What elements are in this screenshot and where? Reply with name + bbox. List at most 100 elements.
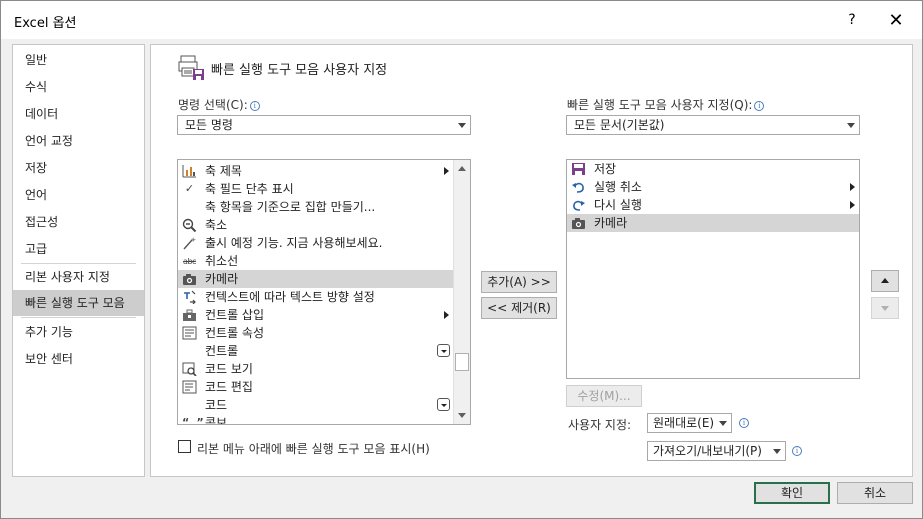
command-list-item-label: 출시 예정 기능. 지금 사용해보세요. bbox=[205, 236, 383, 250]
show-below-ribbon-checkbox[interactable] bbox=[178, 440, 191, 453]
command-list-item[interactable]: 컨트롤 삽입 bbox=[178, 306, 453, 324]
qat-list-item[interactable]: 카메라 bbox=[567, 214, 859, 232]
chart-axis-icon bbox=[182, 164, 197, 178]
command-list-item[interactable]: ✓ 축 필드 단추 표시 bbox=[178, 180, 453, 198]
customize-qat-select[interactable]: 모든 문서(기본값) bbox=[566, 115, 860, 135]
add-button[interactable]: 추가(A) >> bbox=[481, 271, 557, 293]
choose-commands-label: 명령 선택(C): i bbox=[178, 96, 260, 113]
chevron-down-icon bbox=[719, 421, 727, 426]
reset-dropdown[interactable]: 원래대로(E) bbox=[647, 413, 732, 433]
command-list-item-label: 콤보 bbox=[205, 416, 228, 425]
sidebar-item-accessibility[interactable]: 접근성 bbox=[13, 209, 144, 235]
command-list-item-label: 컨텍스트에 따라 텍스트 방향 설정 bbox=[205, 290, 375, 304]
command-list-item-label: 코드 보기 bbox=[205, 362, 253, 376]
sidebar-item-add-ins[interactable]: 추가 기능 bbox=[13, 319, 144, 345]
scroll-thumb[interactable] bbox=[455, 353, 469, 371]
help-button[interactable]: ? bbox=[829, 1, 875, 39]
view-code-icon bbox=[182, 362, 197, 377]
command-list-item[interactable]: 컨트롤 bbox=[178, 342, 453, 360]
ok-button[interactable]: 확인 bbox=[754, 482, 830, 504]
command-list-item-label: 축 항목을 기준으로 집합 만들기... bbox=[205, 200, 376, 214]
qat-list-item-label: 카메라 bbox=[594, 216, 628, 230]
command-list-item[interactable]: 코드 편집 bbox=[178, 378, 453, 396]
info-icon: i bbox=[249, 101, 260, 111]
zoom-out-icon bbox=[182, 218, 197, 233]
modify-button[interactable]: 수정(M)... bbox=[566, 385, 642, 407]
magic-wand-icon bbox=[182, 236, 197, 250]
command-list-item[interactable]: “„” 콤보 bbox=[178, 414, 453, 425]
command-list-item-label: 축소 bbox=[205, 218, 228, 232]
command-list-item-label: 컨트롤 bbox=[205, 344, 239, 358]
chevron-right-icon bbox=[850, 183, 855, 191]
customize-qat-label: 빠른 실행 도구 모음 사용자 지정(Q): i bbox=[567, 96, 765, 113]
command-list-item[interactable]: 코드 bbox=[178, 396, 453, 414]
command-list-item-label: 축 필드 단추 표시 bbox=[205, 182, 294, 196]
quick-access-toolbar-icon bbox=[178, 55, 204, 80]
sidebar-item-proofing[interactable]: 언어 교정 bbox=[13, 128, 144, 154]
command-list-item-label: 코드 편집 bbox=[205, 380, 253, 394]
qat-list-item-label: 실행 취소 bbox=[594, 180, 642, 194]
sidebar-item-customize-ribbon[interactable]: 리본 사용자 지정 bbox=[13, 264, 144, 290]
show-below-ribbon-label: 리본 메뉴 아래에 빠른 실행 도구 모음 표시(H) bbox=[197, 442, 430, 456]
sidebar-item-data[interactable]: 데이터 bbox=[13, 101, 144, 127]
qat-list-item[interactable]: 저장 bbox=[567, 160, 859, 178]
command-list-item[interactable]: 코드 보기 bbox=[178, 360, 453, 378]
command-list-item[interactable]: 카메라 bbox=[178, 270, 453, 288]
command-list-item-label: 취소선 bbox=[205, 254, 239, 268]
checkmark-icon: ✓ bbox=[184, 182, 195, 195]
qat-list[interactable]: 저장실행 취소다시 실행카메라 bbox=[566, 159, 860, 379]
sidebar-item-quick-access-toolbar[interactable]: 빠른 실행 도구 모음 bbox=[13, 290, 144, 316]
command-list-item[interactable]: 출시 예정 기능. 지금 사용해보세요. bbox=[178, 234, 453, 252]
strikethrough-icon: abc bbox=[183, 257, 196, 266]
sidebar-item-save[interactable]: 저장 bbox=[13, 155, 144, 181]
move-down-button[interactable] bbox=[871, 297, 899, 319]
window-title: Excel 옵션 bbox=[14, 16, 77, 31]
command-list-item[interactable]: 축 항목을 기준으로 집합 만들기... bbox=[178, 198, 453, 216]
sidebar-divider bbox=[21, 317, 136, 318]
command-list-item-label: 축 제목 bbox=[205, 164, 242, 178]
dropdown-icon bbox=[437, 398, 450, 411]
toolbox-icon bbox=[182, 308, 197, 322]
title-bar: Excel 옵션 ? ✕ bbox=[1, 1, 922, 39]
import-export-dropdown[interactable]: 가져오기/내보내기(P) bbox=[647, 441, 786, 461]
properties-icon bbox=[182, 326, 197, 340]
command-list-item[interactable]: 컨텍스트에 따라 텍스트 방향 설정 bbox=[178, 288, 453, 306]
chevron-right-icon bbox=[444, 311, 449, 319]
sidebar-item-language[interactable]: 언어 bbox=[13, 182, 144, 208]
command-list-item[interactable]: abc 취소선 bbox=[178, 252, 453, 270]
command-list-item-label: 컨트롤 삽입 bbox=[205, 308, 265, 322]
qat-list-item[interactable]: 실행 취소 bbox=[567, 178, 859, 196]
options-sidebar: 일반 수식 데이터 언어 교정 저장 언어 접근성 고급 리본 사용자 지정 빠… bbox=[12, 44, 145, 477]
dropdown-icon bbox=[437, 344, 450, 357]
undo-icon bbox=[571, 180, 586, 194]
quote-icon: “„” bbox=[182, 416, 204, 425]
excel-options-dialog: Excel 옵션 ? ✕ 일반 수식 데이터 언어 교정 저장 언어 접근성 고… bbox=[0, 0, 923, 519]
edit-code-icon bbox=[182, 380, 197, 394]
choose-commands-select[interactable]: 모든 명령 bbox=[177, 115, 471, 135]
text-direction-icon bbox=[182, 290, 197, 305]
command-list-item-label: 컨트롤 속성 bbox=[205, 326, 265, 340]
sidebar-item-advanced[interactable]: 고급 bbox=[13, 236, 144, 262]
cancel-button[interactable]: 취소 bbox=[837, 482, 913, 504]
customize-label: 사용자 지정: bbox=[568, 418, 632, 432]
camera-icon bbox=[571, 216, 586, 230]
command-list-item[interactable]: 축 제목 bbox=[178, 162, 453, 180]
commands-list[interactable]: 축 제목 ✓ 축 필드 단추 표시축 항목을 기준으로 집합 만들기... 축소출시 … bbox=[177, 159, 471, 425]
qat-list-item-label: 저장 bbox=[594, 162, 617, 176]
redo-icon bbox=[571, 198, 586, 212]
close-button[interactable]: ✕ bbox=[873, 1, 919, 39]
sidebar-item-trust-center[interactable]: 보안 센터 bbox=[13, 346, 144, 372]
sidebar-item-general[interactable]: 일반 bbox=[13, 47, 144, 73]
page-title: 빠른 실행 도구 모음 사용자 지정 bbox=[211, 63, 388, 78]
sidebar-item-formulas[interactable]: 수식 bbox=[13, 74, 144, 100]
remove-button[interactable]: << 제거(R) bbox=[481, 297, 557, 319]
qat-panel: 빠른 실행 도구 모음 사용자 지정 명령 선택(C): i 모든 명령 축 제목… bbox=[150, 44, 913, 477]
commands-scrollbar[interactable] bbox=[453, 160, 470, 424]
scroll-down-icon[interactable] bbox=[454, 408, 470, 424]
qat-list-item[interactable]: 다시 실행 bbox=[567, 196, 859, 214]
command-list-item[interactable]: 축소 bbox=[178, 216, 453, 234]
command-list-item[interactable]: 컨트롤 속성 bbox=[178, 324, 453, 342]
command-list-item-label: 카메라 bbox=[205, 272, 239, 286]
scroll-up-icon[interactable] bbox=[454, 160, 470, 176]
move-up-button[interactable] bbox=[871, 270, 899, 292]
